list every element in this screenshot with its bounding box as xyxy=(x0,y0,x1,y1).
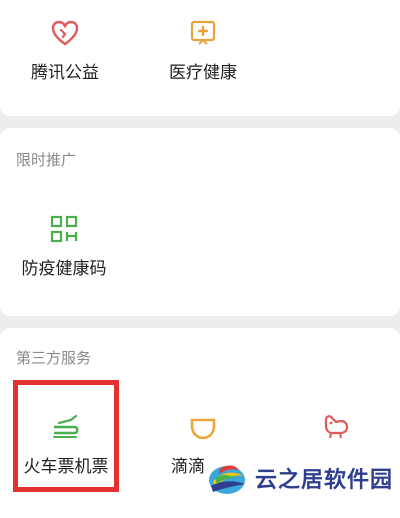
jd-dog-icon xyxy=(324,415,349,439)
jd-tile[interactable] xyxy=(272,412,400,452)
medical-health-tile[interactable]: 医疗健康 xyxy=(139,18,267,83)
tile-label: 滴滴 xyxy=(171,457,205,476)
tencent-charity-tile[interactable]: 腾讯公益 xyxy=(1,18,129,83)
didi-tile[interactable]: 滴滴 xyxy=(139,412,267,477)
heart-charity-icon xyxy=(51,20,79,46)
tile-label: 医疗健康 xyxy=(169,63,237,82)
highlight-box xyxy=(13,380,119,492)
tile-label: 防疫健康码 xyxy=(21,259,107,278)
tile-label: 腾讯公益 xyxy=(31,63,99,82)
didi-icon xyxy=(190,418,216,440)
health-code-tile[interactable]: 防疫健康码 xyxy=(0,214,128,279)
section-title-third-party: 第三方服务 xyxy=(16,350,92,367)
qr-code-icon xyxy=(50,215,78,243)
section-title-promo: 限时推广 xyxy=(16,152,77,169)
medical-cross-icon xyxy=(190,20,216,45)
